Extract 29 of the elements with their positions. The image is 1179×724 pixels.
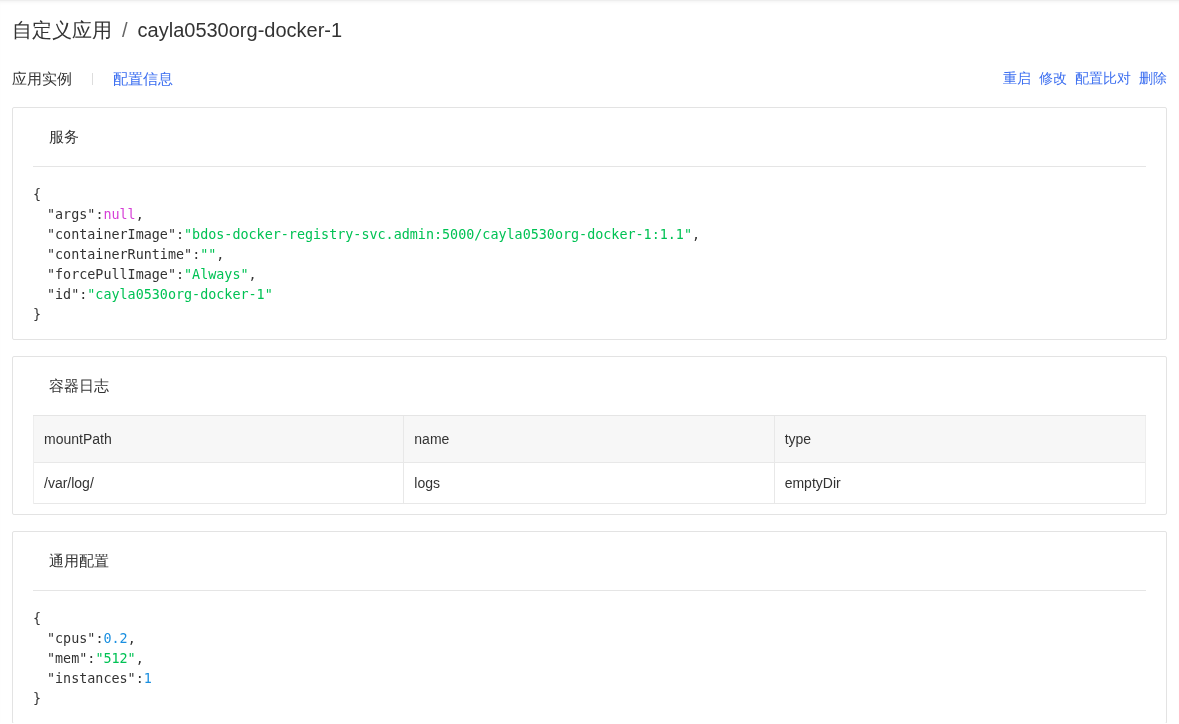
code-line: "containerRuntime":"", [46,246,225,264]
code-line: "cpus":0.2, [46,630,136,648]
action-link[interactable]: 删除 [1139,70,1167,88]
code-line: "forcePullImage":"Always", [46,266,257,284]
code-line: } [33,306,42,324]
action-link[interactable]: 重启 [1003,70,1031,88]
section-title: 服务 [33,108,1146,167]
code-line: "containerImage":"bdos-docker-registry-svc.admin:5000/cayla0530org-docker-1:1.1", [46,226,701,244]
section-title: 通用配置 [33,532,1146,591]
breadcrumb-link[interactable]: 自定义应用 [12,16,112,44]
code-line: "mem":"512", [46,650,144,668]
breadcrumb-separator: / [122,18,128,42]
action-link[interactable]: 修改 [1039,70,1067,88]
column-header: type [774,416,1145,463]
code-line: "args":null, [46,206,144,224]
column-header: name [404,416,775,463]
table-cell: emptyDir [774,463,1145,504]
code-line: } [33,690,42,708]
table-cell: /var/log/ [34,463,405,504]
page-title: cayla0530org-docker-1 [137,18,343,42]
column-header: mountPath [34,416,405,463]
code-line: { [33,186,42,204]
action-link[interactable]: 配置比对 [1075,70,1131,88]
code-line: "id":"cayla0530org-docker-1" [46,286,273,304]
tab[interactable]: 配置信息 [113,69,173,89]
code-line: "instances":1 [46,670,152,688]
table-cell: logs [404,463,775,504]
code-line: { [33,610,42,628]
tab[interactable]: 应用实例 [12,69,72,89]
